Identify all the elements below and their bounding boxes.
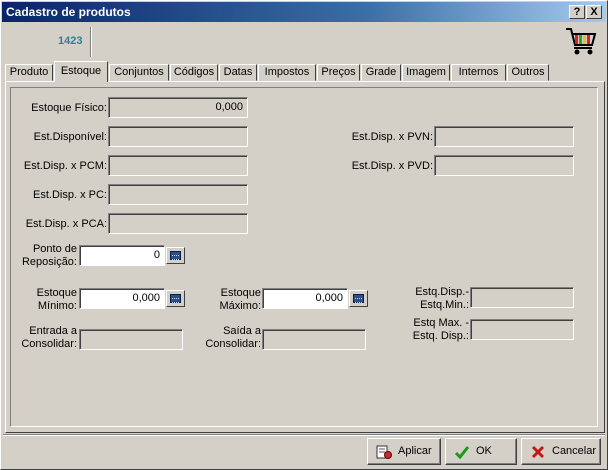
tab-conjuntos[interactable]: Conjuntos xyxy=(109,64,169,81)
calculator-button-estoque-minimo[interactable] xyxy=(166,290,185,307)
tab-datas[interactable]: Datas xyxy=(219,64,257,81)
tab-produto[interactable]: Produto xyxy=(5,64,53,81)
est-disp-pvn-field xyxy=(434,126,574,147)
estoque-maximo-label-1: Estoque xyxy=(220,287,261,299)
saida-consolidar-field xyxy=(262,329,366,350)
cancel-label: Cancelar xyxy=(552,445,597,457)
est-disp-pc-field xyxy=(108,184,248,205)
close-button[interactable]: X xyxy=(586,5,602,19)
est-disp-pc-label: Est.Disp. x PC: xyxy=(33,189,107,201)
estoque-minimo-label-2: Mínimo: xyxy=(37,300,77,312)
estq-disp-min-field xyxy=(470,287,574,308)
ponto-reposicao-label-2: Reposição: xyxy=(21,256,77,268)
tab-codigos[interactable]: Códigos xyxy=(170,64,218,81)
product-code: 1423 xyxy=(58,35,83,47)
ponto-reposicao-label-1: Ponto de xyxy=(32,243,77,255)
estoque-minimo-input[interactable]: 0,000 xyxy=(79,288,165,309)
tab-outros[interactable]: Outros xyxy=(507,64,549,81)
tab-imagem[interactable]: Imagem xyxy=(402,64,450,81)
est-disp-pca-field xyxy=(108,213,248,234)
ok-button[interactable]: OK xyxy=(445,438,517,465)
est-disponivel-field xyxy=(108,126,248,147)
cancel-button[interactable]: Cancelar xyxy=(521,438,601,465)
est-disp-pcm-field xyxy=(108,155,248,176)
calculator-button-ponto-reposicao[interactable] xyxy=(166,247,185,264)
entrada-consolidar-field xyxy=(79,329,183,350)
estq-max-disp-label-1: Estq Max. - xyxy=(413,317,469,329)
est-disponivel-label: Est.Disponível: xyxy=(33,131,107,143)
apply-icon xyxy=(376,445,392,459)
saida-consolidar-label-2: Consolidar: xyxy=(205,338,261,350)
entrada-consolidar-label-2: Consolidar: xyxy=(21,338,77,350)
est-disp-pvn-label: Est.Disp. x PVN: xyxy=(351,131,433,143)
tab-grade[interactable]: Grade xyxy=(361,64,401,81)
shopping-cart-icon xyxy=(566,28,597,55)
window-title: Cadastro de produtos xyxy=(6,5,131,19)
estq-disp-min-label-1: Estq.Disp.- xyxy=(415,286,469,298)
estoque-fisico-label: Estoque Físico: xyxy=(31,102,107,114)
cross-icon xyxy=(531,445,545,459)
tab-impostos[interactable]: Impostos xyxy=(258,64,316,81)
calculator-icon xyxy=(170,251,181,260)
est-disp-pvd-field xyxy=(434,155,574,176)
panel-inner: Estoque Físico: 0,000 Est.Disponível: Es… xyxy=(10,87,598,427)
est-disp-pca-label: Est.Disp. x PCA: xyxy=(25,218,107,230)
apply-button[interactable]: Aplicar xyxy=(367,438,441,465)
header-band: 1423 xyxy=(2,23,606,59)
estoque-minimo-label-1: Estoque xyxy=(36,287,77,299)
estq-max-disp-field xyxy=(470,319,574,340)
est-disp-pvd-label: Est.Disp. x PVD: xyxy=(351,160,433,172)
calculator-button-estoque-maximo[interactable] xyxy=(349,290,368,307)
help-button[interactable]: ? xyxy=(569,5,585,19)
checkmark-icon xyxy=(454,446,470,460)
apply-label: Aplicar xyxy=(398,445,432,457)
dialog-window: Cadastro de produtos ? X 1423 Produto Es… xyxy=(0,0,608,470)
tab-panel-estoque: Estoque Físico: 0,000 Est.Disponível: Es… xyxy=(5,81,605,433)
estq-disp-min-label-2: Estq.Min.: xyxy=(420,299,469,311)
tab-precos[interactable]: Preços xyxy=(317,64,360,81)
estq-max-disp-label-2: Estq. Disp.: xyxy=(412,330,469,342)
entrada-consolidar-label-1: Entrada a xyxy=(29,325,77,337)
footer-separator xyxy=(3,434,605,436)
title-bar: Cadastro de produtos ? X xyxy=(2,2,606,22)
ok-label: OK xyxy=(476,445,492,457)
tab-estoque[interactable]: Estoque xyxy=(54,61,108,82)
estoque-maximo-label-2: Máximo: xyxy=(219,300,261,312)
calculator-icon xyxy=(353,294,364,303)
calculator-icon xyxy=(170,294,181,303)
est-disp-pcm-label: Est.Disp. x PCM: xyxy=(23,160,107,172)
divider xyxy=(90,27,92,57)
estoque-fisico-field: 0,000 xyxy=(108,97,248,118)
estoque-maximo-input[interactable]: 0,000 xyxy=(262,288,348,309)
ponto-reposicao-input[interactable]: 0 xyxy=(79,245,165,266)
tab-internos[interactable]: Internos xyxy=(451,64,506,81)
saida-consolidar-label-1: Saída a xyxy=(223,325,261,337)
